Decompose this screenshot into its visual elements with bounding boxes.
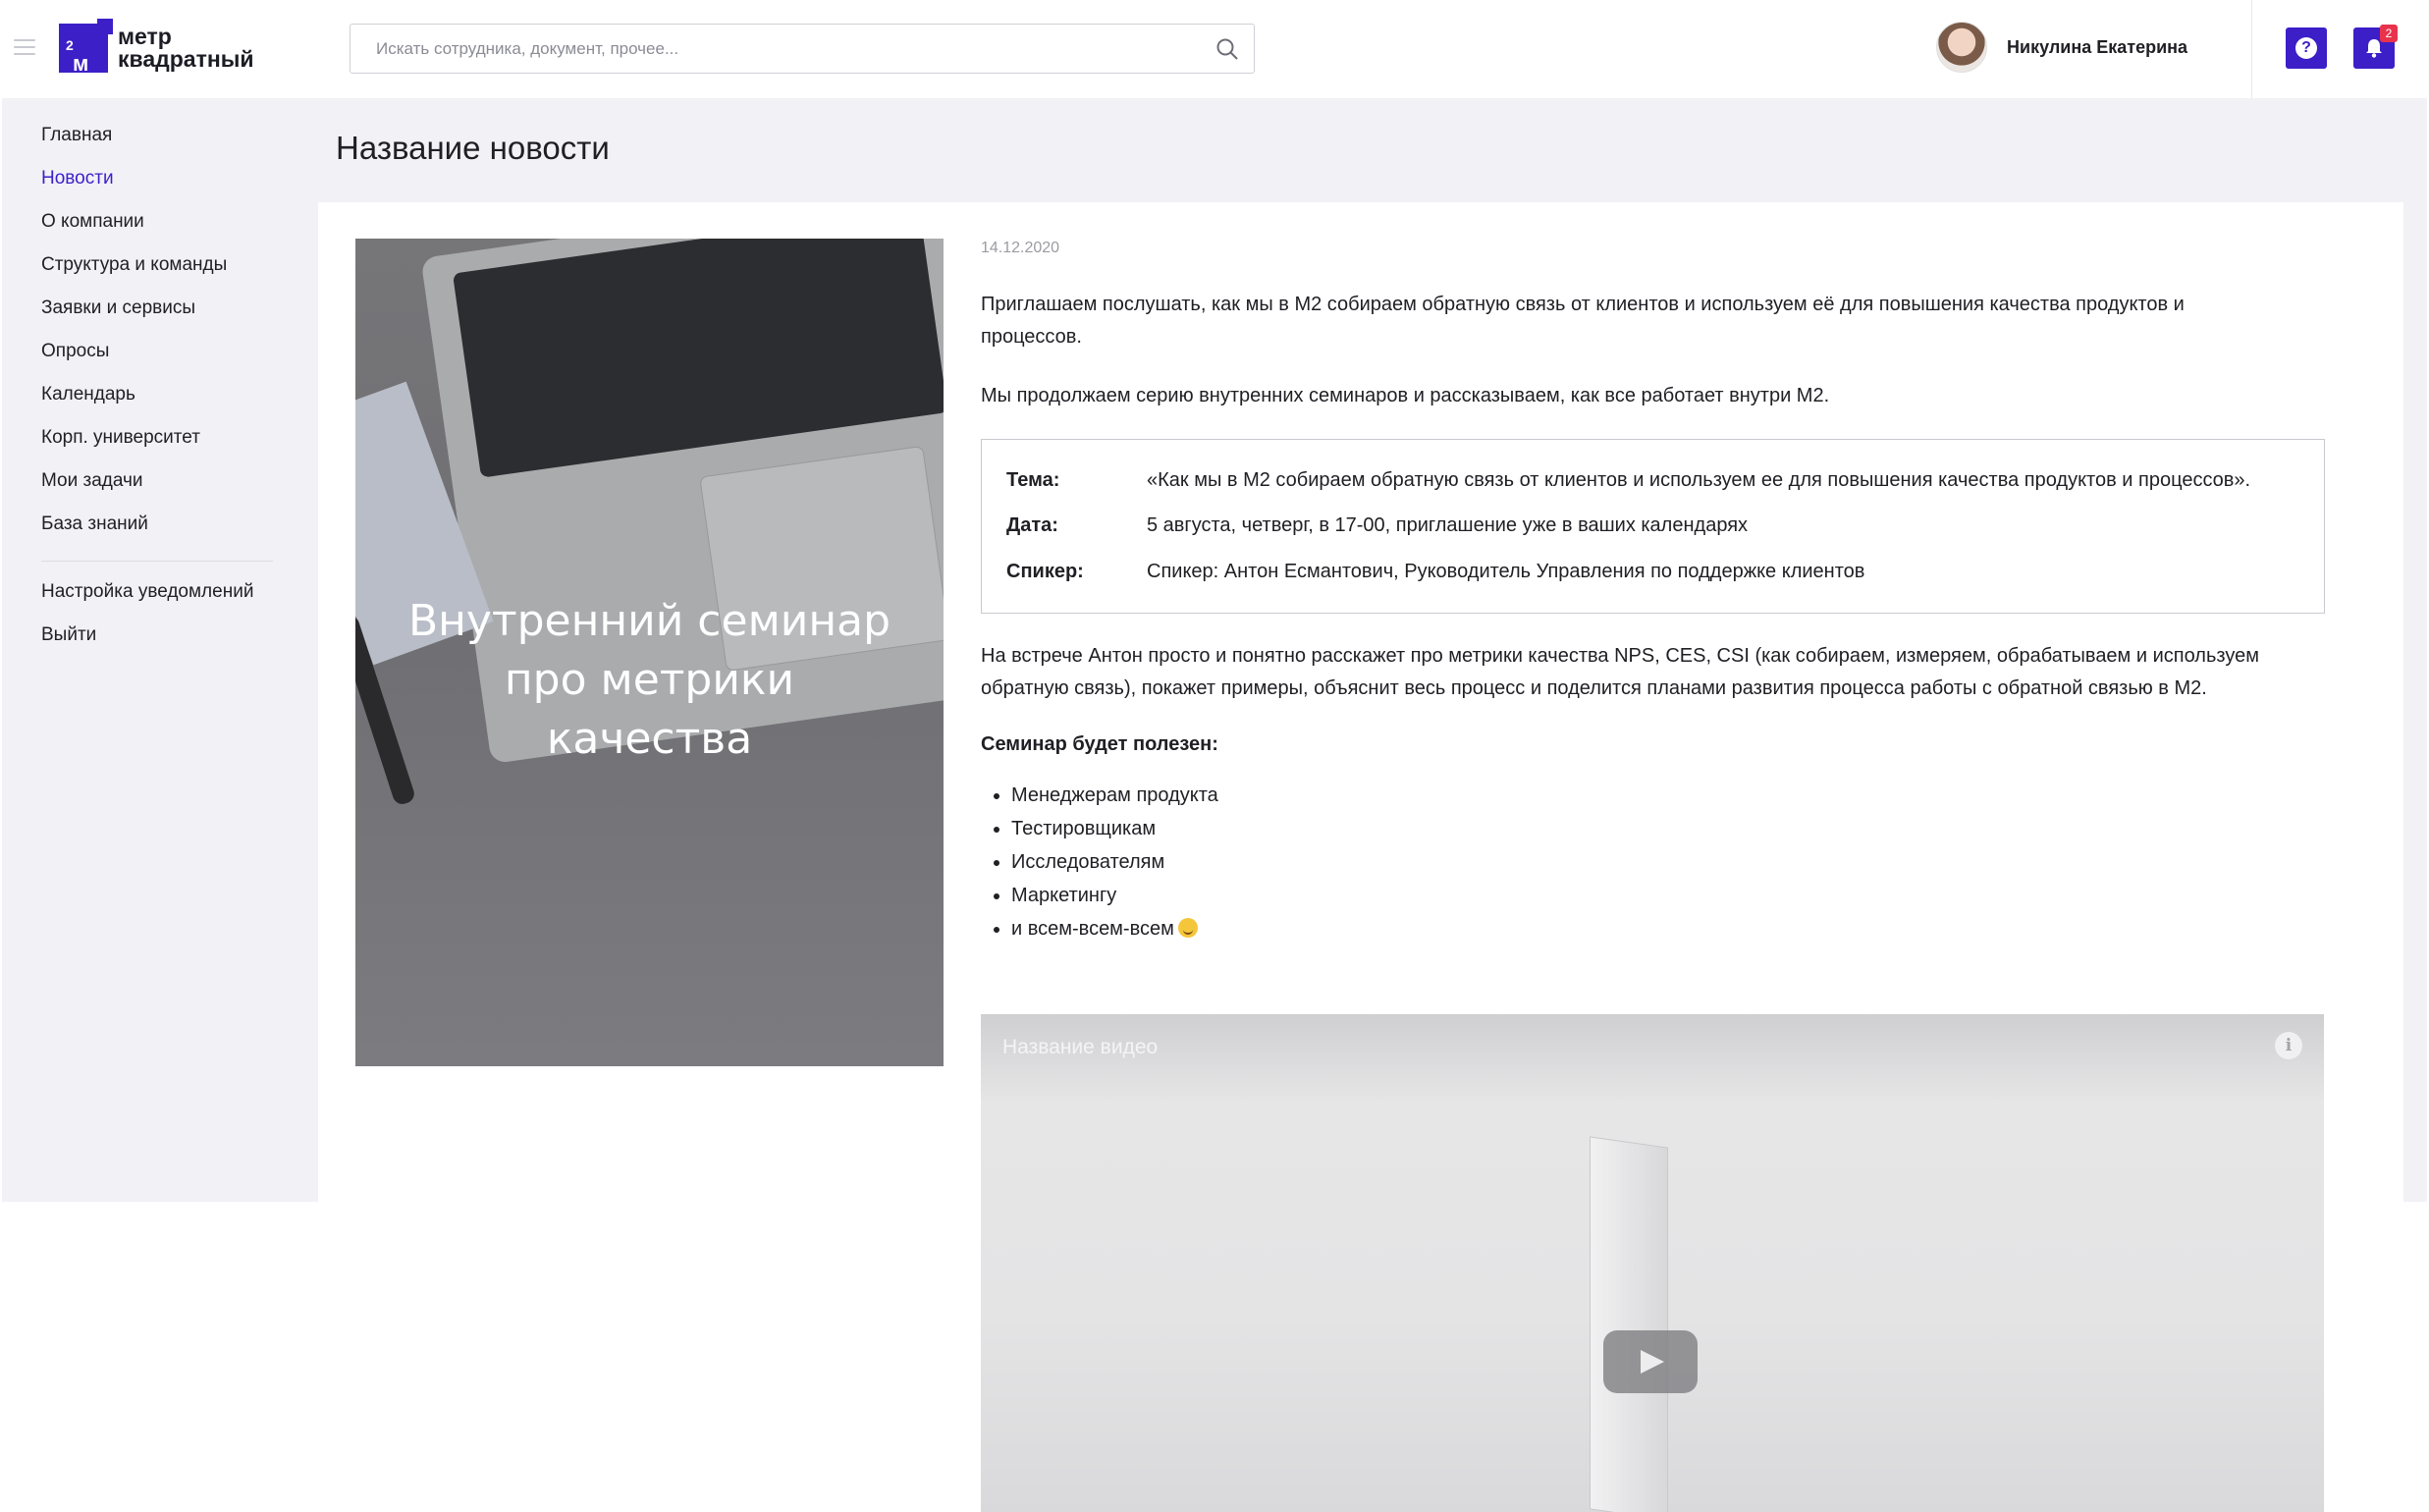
body-paragraph: На встрече Антон просто и понятно расска… [981,645,2259,699]
search-icon[interactable] [1214,36,1240,62]
title-band [318,98,2427,202]
menu-icon[interactable] [14,39,35,55]
smile-emoji-icon [1177,918,1198,938]
logo-mark: м2 [59,19,113,76]
user-profile[interactable]: Никулина Екатерина [1936,22,2187,73]
sidebar-item-structure[interactable]: Структура и команды [41,252,275,296]
video-player[interactable]: Название видео i [981,1014,2324,1512]
play-button[interactable] [1603,1330,1698,1393]
sidebar-item-news[interactable]: Новости [41,166,275,209]
sidebar-item-home[interactable]: Главная [41,123,275,166]
news-date: 14.12.2020 [981,240,1060,256]
sidebar-item-notification-settings[interactable]: Настройка уведомлений [41,579,275,622]
list-item: Исследователям [994,845,1218,879]
list-item: Тестировщикам [994,812,1218,845]
help-button[interactable]: ? [2286,27,2327,69]
sidebar-divider [41,561,273,562]
search-bar [350,24,1255,74]
video-thumbnail-object [1590,1136,1668,1512]
cover-title: Внутренний семинар про метрики качества [407,596,891,764]
list-item: Маркетингу [994,879,1218,912]
notification-badge: 2 [2380,25,2398,42]
page-title: Название новости [336,130,610,166]
right-gutter [2403,202,2427,1202]
sidebar-item-about[interactable]: О компании [41,209,275,252]
info-row-date: Дата: 5 августа, четверг, в 17-00, пригл… [1006,514,1749,536]
search-input[interactable] [376,25,1201,73]
sidebar-item-knowledge[interactable]: База знаний [41,512,275,555]
series-paragraph: Мы продолжаем серию внутренних семинаров… [981,385,1830,406]
sidebar-item-university[interactable]: Корп. университет [41,425,275,468]
sidebar-item-surveys[interactable]: Опросы [41,339,275,382]
useful-for-heading: Семинар будет полезен: [981,733,1218,755]
header-divider [2251,0,2252,98]
video-title: Название видео [1002,1036,1159,1058]
logo[interactable]: м2 метр квадратный [59,19,254,76]
question-icon: ? [2295,37,2317,59]
sidebar-item-requests[interactable]: Заявки и сервисы [41,296,275,339]
sidebar-item-tasks[interactable]: Мои задачи [41,468,275,512]
intro-paragraph: Приглашаем послушать, как мы в М2 собира… [981,294,2185,348]
event-info-box: Тема: «Как мы в М2 собираем обратную свя… [981,439,2325,614]
audience-list: Менеджерам продукта Тестировщикам Исслед… [994,779,1218,945]
info-row-topic: Тема: «Как мы в М2 собираем обратную свя… [1006,469,2251,491]
user-name[interactable]: Никулина Екатерина [2007,37,2187,58]
notifications-button[interactable]: 2 [2353,25,2398,69]
list-item: Менеджерам продукта [994,779,1218,812]
info-row-speaker: Спикер: Спикер: Антон Есмантович, Руково… [1006,561,1865,582]
info-icon[interactable]: i [2275,1032,2302,1059]
sidebar: Главная Новости О компании Структура и к… [41,123,275,666]
news-cover-image: Внутренний семинар про метрики качества [355,239,944,1066]
list-item: и всем-всем-всем [994,912,1218,945]
sidebar-item-logout[interactable]: Выйти [41,622,275,666]
avatar[interactable] [1936,22,1987,73]
sidebar-item-calendar[interactable]: Календарь [41,382,275,425]
top-header: м2 метр квадратный Никулина Екатерина ? … [0,0,2429,98]
logo-text: метр квадратный [118,24,254,72]
